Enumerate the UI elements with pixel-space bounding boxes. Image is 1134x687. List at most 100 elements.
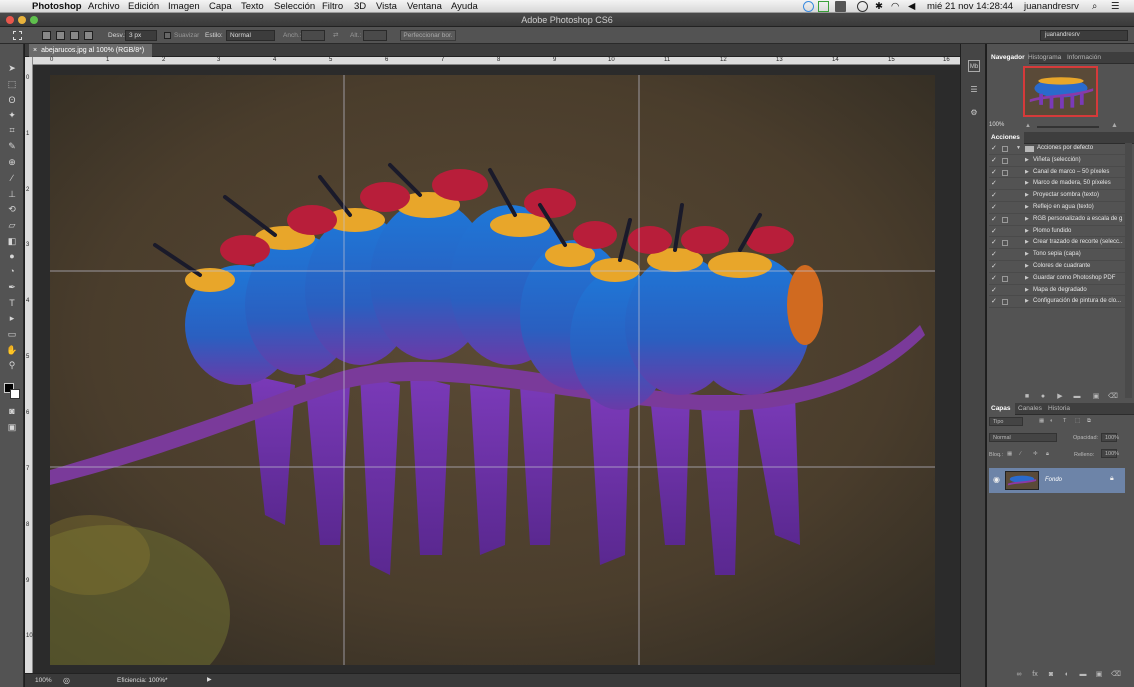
style-select[interactable]: Normal: [226, 30, 275, 41]
navigator-zoom-slider[interactable]: [1037, 126, 1099, 128]
action-row[interactable]: ✓ ▶ Configuración de pintura de clo...: [989, 296, 1125, 309]
magic-wand-tool-icon[interactable]: ✦: [5, 109, 19, 122]
expand-triangle-icon[interactable]: ▶: [1025, 296, 1029, 308]
eyedropper-tool-icon[interactable]: ✎: [5, 140, 19, 153]
tab-capas[interactable]: Capas: [987, 403, 1015, 415]
menu-capa[interactable]: Capa: [209, 0, 232, 13]
vertical-ruler[interactable]: 0 1 2 3 4 5 6 7 8 9 10: [25, 57, 33, 673]
document-tab[interactable]: × abejarucos.jpg al 100% (RGB/8*): [29, 44, 153, 57]
menu-edicion[interactable]: Edición: [128, 0, 159, 13]
filter-pixel-icon[interactable]: ▦: [1039, 418, 1044, 424]
action-row[interactable]: ✓ ▶ RGB personalizado a escala de g...: [989, 214, 1125, 226]
dialog-toggle-icon[interactable]: [1002, 193, 1008, 199]
toggle-checkmark-icon[interactable]: ✓: [991, 214, 997, 226]
visibility-eye-icon[interactable]: ◉: [993, 475, 1000, 484]
history-panel-icon[interactable]: ☰: [968, 84, 980, 96]
expand-triangle-icon[interactable]: ▶: [1025, 202, 1029, 214]
action-row[interactable]: ✓ ▶ Canal de marco – 50 píxeles: [989, 167, 1125, 179]
action-set-row[interactable]: ✓ ▼ Acciones por defecto: [989, 143, 1125, 155]
expand-triangle-icon[interactable]: ▶: [1025, 237, 1029, 249]
record-action-icon[interactable]: ●: [1039, 393, 1047, 401]
lock-position-icon[interactable]: ✛: [1033, 451, 1038, 457]
dialog-toggle-icon[interactable]: [1002, 205, 1008, 211]
expand-triangle-icon[interactable]: ▶: [1025, 155, 1029, 167]
dialog-toggle-icon[interactable]: [1002, 146, 1008, 152]
menu-3d[interactable]: 3D: [354, 0, 366, 13]
expand-triangle-icon[interactable]: ▶: [1025, 214, 1029, 226]
action-row[interactable]: ✓ ▶ Marco de madera, 50 píxeles: [989, 178, 1125, 191]
toggle-checkmark-icon[interactable]: ✓: [991, 285, 997, 297]
action-row[interactable]: ✓ ▶ Reflejo en agua (texto): [989, 202, 1125, 214]
toggle-checkmark-icon[interactable]: ✓: [991, 226, 997, 238]
crop-tool-icon[interactable]: ⌗: [5, 124, 19, 137]
refine-edge-button[interactable]: Perfeccionar bor.: [400, 30, 456, 41]
play-action-icon[interactable]: ▶: [1056, 393, 1064, 401]
document-canvas[interactable]: [33, 65, 960, 673]
notification-center-icon[interactable]: ☰: [1111, 0, 1120, 13]
hand-tool-icon[interactable]: ✋: [5, 344, 19, 357]
filter-shape-icon[interactable]: ⬚: [1075, 418, 1080, 424]
tab-canales[interactable]: Canales: [1014, 403, 1046, 415]
toggle-checkmark-icon[interactable]: ✓: [991, 249, 997, 261]
quick-mask-icon[interactable]: ◙: [5, 405, 19, 418]
action-row[interactable]: ✓ ▶ Mapa de degradado: [989, 285, 1125, 297]
swap-dimensions-icon[interactable]: ⇄: [333, 27, 338, 44]
menu-vista[interactable]: Vista: [376, 0, 397, 13]
volume-icon[interactable]: ◀: [908, 0, 915, 13]
filter-smart-icon[interactable]: ⧉: [1087, 418, 1091, 425]
dialog-toggle-icon[interactable]: [1002, 229, 1008, 235]
toggle-checkmark-icon[interactable]: ✓: [991, 143, 997, 155]
intersect-selection-icon[interactable]: [84, 31, 93, 40]
sync-status-icon[interactable]: [803, 1, 814, 12]
menu-archivo[interactable]: Archivo: [88, 0, 120, 13]
dialog-toggle-icon[interactable]: [1002, 288, 1008, 294]
workspace-select[interactable]: juanandresrv: [1040, 30, 1128, 41]
mini-bridge-icon[interactable]: Mb: [968, 60, 980, 72]
action-row[interactable]: ✓ ▶ Tono sepia (capa): [989, 249, 1125, 261]
adjustment-layer-icon[interactable]: ◐: [1063, 671, 1071, 679]
new-action-icon[interactable]: ▣: [1092, 393, 1100, 401]
battery-widget-icon[interactable]: [818, 1, 829, 12]
action-row[interactable]: ✓ ▶ Crear trazado de recorte (selecc...: [989, 237, 1125, 250]
background-color-swatch[interactable]: [10, 389, 20, 399]
clone-stamp-tool-icon[interactable]: ⊥: [5, 188, 19, 201]
link-layers-icon[interactable]: ∞: [1015, 671, 1023, 679]
new-set-icon[interactable]: ▬: [1073, 393, 1081, 401]
gradient-tool-icon[interactable]: ◧: [5, 235, 19, 248]
pen-tool-icon[interactable]: ✒: [5, 281, 19, 294]
layer-name[interactable]: Fondo: [1045, 468, 1062, 493]
dialog-toggle-icon[interactable]: [1002, 157, 1008, 164]
opacity-input[interactable]: 100%: [1101, 433, 1119, 442]
lock-transparency-icon[interactable]: ▦: [1007, 451, 1012, 457]
dialog-toggle-icon[interactable]: [1002, 275, 1008, 282]
actions-scrollbar[interactable]: [1125, 143, 1132, 398]
healing-brush-tool-icon[interactable]: ⊕: [5, 156, 19, 169]
dodge-tool-icon[interactable]: ◔: [5, 265, 19, 278]
zoom-in-icon[interactable]: ▲: [1111, 122, 1118, 129]
lock-all-icon[interactable]: 🔒︎: [1046, 451, 1049, 458]
new-group-icon[interactable]: ▬: [1079, 671, 1087, 679]
feather-input[interactable]: 3 px: [125, 30, 157, 41]
spotlight-search-icon[interactable]: ⌕: [1092, 0, 1097, 13]
fill-input[interactable]: 100%: [1101, 449, 1119, 458]
tab-informacion[interactable]: Información: [1063, 52, 1105, 64]
expand-triangle-icon[interactable]: ▶: [1025, 178, 1029, 190]
width-input[interactable]: [301, 30, 325, 41]
menu-filtro[interactable]: Filtro: [322, 0, 343, 13]
blend-mode-select[interactable]: Normal: [989, 433, 1057, 442]
dialog-toggle-icon[interactable]: [1002, 264, 1008, 270]
menu-app[interactable]: Photoshop: [32, 0, 82, 13]
action-row[interactable]: ✓ ▶ Guardar como Photoshop PDF: [989, 273, 1125, 285]
dialog-toggle-icon[interactable]: [1002, 299, 1008, 306]
zoom-level[interactable]: 100%: [35, 674, 52, 687]
menubar-user[interactable]: juanandresrv: [1024, 0, 1079, 13]
move-tool-icon[interactable]: ➤: [5, 62, 19, 75]
rectangle-tool-icon[interactable]: ▭: [5, 328, 19, 341]
menu-ayuda[interactable]: Ayuda: [451, 0, 478, 13]
delete-layer-icon[interactable]: ⌫: [1111, 671, 1121, 679]
time-machine-icon[interactable]: [857, 1, 868, 12]
add-to-selection-icon[interactable]: [56, 31, 65, 40]
status-info-icon[interactable]: ◎: [63, 674, 70, 687]
filter-type-icon[interactable]: T: [1063, 418, 1066, 424]
display-icon[interactable]: [835, 1, 846, 12]
